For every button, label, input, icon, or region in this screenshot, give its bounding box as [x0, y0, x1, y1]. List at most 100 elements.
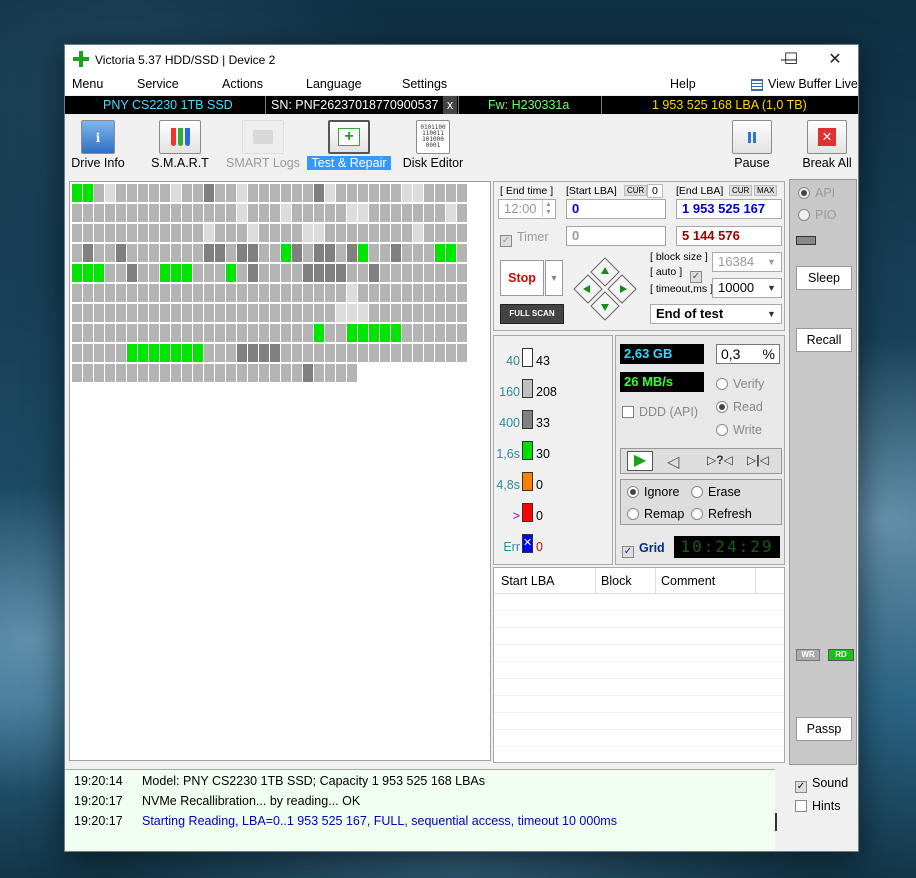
pause-button[interactable]: Pause: [727, 114, 777, 172]
butterfly-icon[interactable]: ▷|◁: [747, 453, 769, 467]
block-cell: [314, 264, 324, 282]
scan-range-panel: [ End time ] 12:00 ▲ ▼ [Start LBA] CUR 0 …: [493, 181, 785, 331]
stop-button[interactable]: Stop: [500, 260, 544, 296]
start-lba-input[interactable]: 0: [566, 199, 666, 219]
close-button[interactable]: ✕: [815, 49, 855, 71]
col-comment[interactable]: Comment: [661, 574, 715, 588]
block-cell: [292, 184, 302, 202]
disk-editor-label: Disk Editor: [402, 156, 464, 170]
view-buffer-live-button[interactable]: View Buffer Live: [768, 77, 858, 91]
block-cell: [446, 344, 456, 362]
block-cell: [226, 264, 236, 282]
menu-item-menu[interactable]: Menu: [72, 77, 103, 91]
block-cell: [226, 324, 236, 342]
timing-swatch: [522, 441, 533, 460]
smart-logs-button[interactable]: SMART Logs: [225, 114, 301, 172]
pio-radio[interactable]: PIO: [798, 208, 837, 222]
verify-radio[interactable]: Verify: [716, 377, 764, 391]
break-all-button[interactable]: ✕ Break All: [799, 114, 855, 172]
block-cell: [446, 244, 456, 262]
smart-logs-label: SMART Logs: [226, 156, 300, 170]
log-panel: 19:20:14 Model: PNY CS2230 1TB SSD; Capac…: [65, 769, 775, 851]
block-cell: [413, 244, 423, 262]
block-cell: [83, 204, 93, 222]
ignore-radio[interactable]: Ignore: [627, 485, 679, 499]
read-radio[interactable]: Read: [716, 400, 763, 414]
disk-editor-button[interactable]: 0101100 110011 101000 0001 Disk Editor: [401, 114, 465, 172]
block-cell: [83, 364, 93, 382]
sleep-button[interactable]: Sleep: [796, 266, 852, 290]
maximize-button[interactable]: ☐: [771, 49, 811, 71]
sound-checkbox[interactable]: ✓ Sound: [795, 776, 848, 793]
chevron-down-icon: ▼: [767, 257, 776, 267]
random-seek-icon[interactable]: ▷?◁: [707, 453, 733, 467]
smart-button[interactable]: S.M.A.R.T: [147, 114, 213, 172]
timing-swatch: [522, 503, 533, 522]
block-cell: [292, 264, 302, 282]
block-cell: [138, 324, 148, 342]
timer-input[interactable]: 0: [566, 226, 666, 246]
timer-checkbox[interactable]: ✓ Timer: [500, 230, 548, 247]
close-device-button[interactable]: x: [443, 96, 457, 114]
block-cell: [248, 364, 258, 382]
block-cell: [72, 184, 82, 202]
block-cell: [204, 364, 214, 382]
ddd-api-checkbox[interactable]: DDD (API): [622, 405, 698, 419]
recall-button[interactable]: Recall: [796, 328, 852, 352]
menu-item-actions[interactable]: Actions: [222, 77, 263, 91]
auto-checkbox[interactable]: ✓: [690, 266, 707, 283]
play-icon[interactable]: ▶: [627, 451, 653, 471]
end-cur-button[interactable]: CUR: [729, 185, 753, 196]
end-time-label: [ End time ]: [500, 185, 554, 197]
block-cell: [105, 264, 115, 282]
block-cell: [116, 324, 126, 342]
grid-checkbox[interactable]: ✓ Grid: [622, 541, 665, 558]
block-cell: [171, 344, 181, 362]
time-spinner-icon[interactable]: ▲ ▼: [542, 201, 554, 217]
block-cell: [369, 344, 379, 362]
block-cell: [402, 344, 412, 362]
api-radio[interactable]: API: [798, 186, 835, 200]
table-header: Start LBA Block Comment: [494, 568, 784, 762]
refresh-radio[interactable]: Refresh: [691, 507, 752, 521]
menu-item-help[interactable]: Help: [670, 77, 696, 91]
end-lba-input[interactable]: 1 953 525 167: [676, 199, 782, 219]
block-cell: [457, 224, 467, 242]
end-of-test-select[interactable]: End of test: [650, 304, 782, 324]
timing-count: 0: [536, 509, 543, 523]
navigation-pad-icon[interactable]: [572, 256, 638, 322]
clock-display: 10:24:29: [674, 536, 780, 558]
reverse-icon[interactable]: ◁: [667, 452, 679, 472]
block-cell: [259, 304, 269, 322]
block-cell: [446, 324, 456, 342]
remap-radio[interactable]: Remap: [627, 507, 684, 521]
erase-radio[interactable]: Erase: [691, 485, 741, 499]
block-cell: [248, 284, 258, 302]
drive-info-button[interactable]: i Drive Info: [67, 114, 129, 172]
block-cell: [149, 184, 159, 202]
log-message: NVMe Recallibration... by reading... OK: [142, 794, 361, 808]
stop-dropdown-icon[interactable]: ▼: [545, 260, 563, 296]
timing-row: 40 43: [494, 348, 612, 372]
menu-item-settings[interactable]: Settings: [402, 77, 447, 91]
drive-led-icon: [796, 236, 816, 245]
block-cell: [292, 324, 302, 342]
end-max-button[interactable]: MAX: [754, 185, 778, 196]
test-repair-button[interactable]: + Test & Repair: [305, 114, 393, 172]
col-block[interactable]: Block: [601, 574, 632, 588]
write-radio[interactable]: Write: [716, 423, 762, 437]
start-cur-button[interactable]: CUR: [624, 185, 648, 196]
menu-item-service[interactable]: Service: [137, 77, 179, 91]
block-cell: [215, 344, 225, 362]
col-start-lba[interactable]: Start LBA: [501, 574, 555, 588]
repair-mode-group: Ignore Erase Remap Refresh: [620, 479, 782, 525]
log-scrollbar[interactable]: [775, 813, 777, 831]
block-cell: [424, 324, 434, 342]
menu-item-language[interactable]: Language: [306, 77, 362, 91]
hints-checkbox[interactable]: Hints: [795, 799, 840, 813]
block-cell: [270, 224, 280, 242]
passp-button[interactable]: Passp: [796, 717, 852, 741]
full-scan-button[interactable]: FULL SCAN: [500, 304, 564, 324]
block-cell: [270, 264, 280, 282]
block-cell: [204, 184, 214, 202]
